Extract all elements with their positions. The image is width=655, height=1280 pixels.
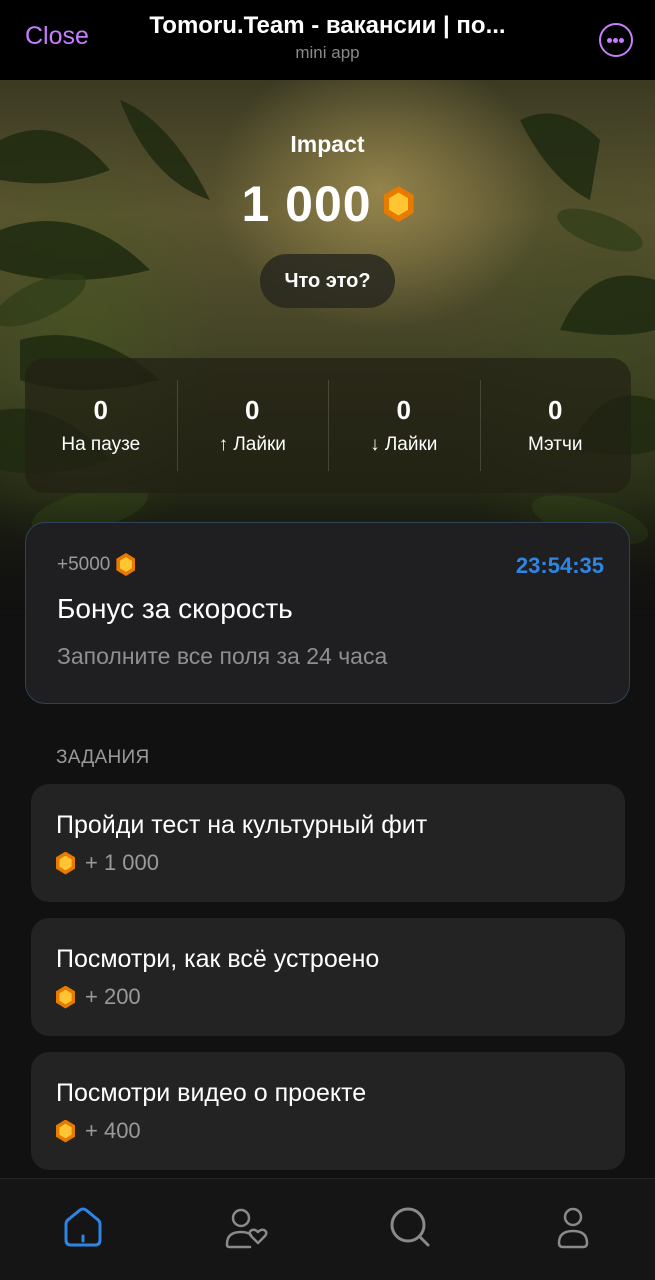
gem-icon [383, 186, 414, 222]
nav-home-button[interactable] [61, 1205, 105, 1249]
stat-value: 0 [548, 395, 563, 425]
speed-bonus-card[interactable]: +5000 23:54:35 Бонус за скорость Заполни… [25, 522, 630, 704]
stat-label: ↓ Лайки [370, 434, 438, 455]
impact-label: Impact [290, 131, 365, 157]
stat-likes-received: 0 ↓ Лайки [328, 358, 480, 493]
top-bar: Close Tomoru.Team - вакансии | по... min… [0, 0, 655, 80]
task-reward: + 1 000 [56, 850, 159, 876]
task-reward-amount: + 1 000 [85, 850, 160, 875]
dot-icon [619, 38, 624, 43]
stat-value: 0 [396, 395, 411, 425]
app-title: Tomoru.Team - вакансии | по... [149, 12, 506, 39]
bonus-reward: +5000 [57, 553, 136, 576]
nav-matches-button[interactable] [224, 1205, 268, 1249]
task-item[interactable]: Посмотри, как всё устроено + 200 [31, 918, 625, 1036]
task-item[interactable]: Пройди тест на культурный фит + 1 000 [31, 784, 625, 902]
task-title: Посмотри видео о проекте [56, 1079, 367, 1107]
matches-icon [225, 1208, 268, 1249]
task-title: Посмотри, как всё устроено [56, 945, 380, 973]
stat-value: 0 [93, 395, 108, 425]
impact-value: 1 000 [241, 176, 372, 232]
gem-icon [116, 553, 136, 576]
task-reward-amount: + 200 [85, 984, 141, 1009]
impact-balance: 1 000 [0, 175, 655, 233]
bonus-timer: 23:54:35 [515, 553, 604, 578]
nav-search-button[interactable] [388, 1205, 432, 1249]
task-reward: + 400 [56, 1118, 141, 1144]
gem-icon [56, 851, 75, 875]
title-block: Tomoru.Team - вакансии | по... mini app [120, 12, 535, 63]
task-item[interactable]: Посмотри видео о проекте + 400 [31, 1052, 625, 1170]
stat-matches: 0 Мэтчи [479, 358, 632, 493]
close-button[interactable]: Close [25, 22, 89, 51]
more-options-button[interactable] [599, 23, 633, 57]
gem-icon [56, 985, 75, 1009]
stats-panel: 0 На паузе 0 ↑ Лайки 0 ↓ Лайки 0 Мэтчи [25, 358, 631, 493]
stat-value: 0 [245, 395, 260, 425]
stat-label: Мэтчи [527, 434, 583, 455]
profile-icon [557, 1207, 589, 1249]
stat-likes-given: 0 ↑ Лайки [176, 358, 329, 493]
dot-icon [613, 38, 618, 43]
tasks-section-title: ЗАДАНИЯ [56, 747, 150, 768]
stat-label: На паузе [61, 434, 141, 455]
nav-profile-button[interactable] [551, 1205, 595, 1249]
search-icon [390, 1207, 430, 1247]
task-reward: + 200 [56, 984, 141, 1010]
bonus-title: Бонус за скорость [57, 593, 293, 624]
home-icon [64, 1207, 102, 1247]
bottom-nav [0, 1178, 655, 1280]
bonus-reward-amount: +5000 [57, 553, 111, 575]
dot-icon [607, 38, 612, 43]
what-is-this-button[interactable]: Что это? [260, 254, 395, 308]
task-reward-amount: + 400 [85, 1118, 141, 1143]
bonus-subtitle: Заполните все поля за 24 часа [57, 643, 388, 669]
stat-label: ↑ Лайки [218, 434, 286, 455]
stat-paused: 0 На паузе [25, 358, 177, 493]
app-subtitle: mini app [295, 43, 360, 62]
task-title: Пройди тест на культурный фит [56, 811, 428, 839]
gem-icon [56, 1119, 75, 1143]
